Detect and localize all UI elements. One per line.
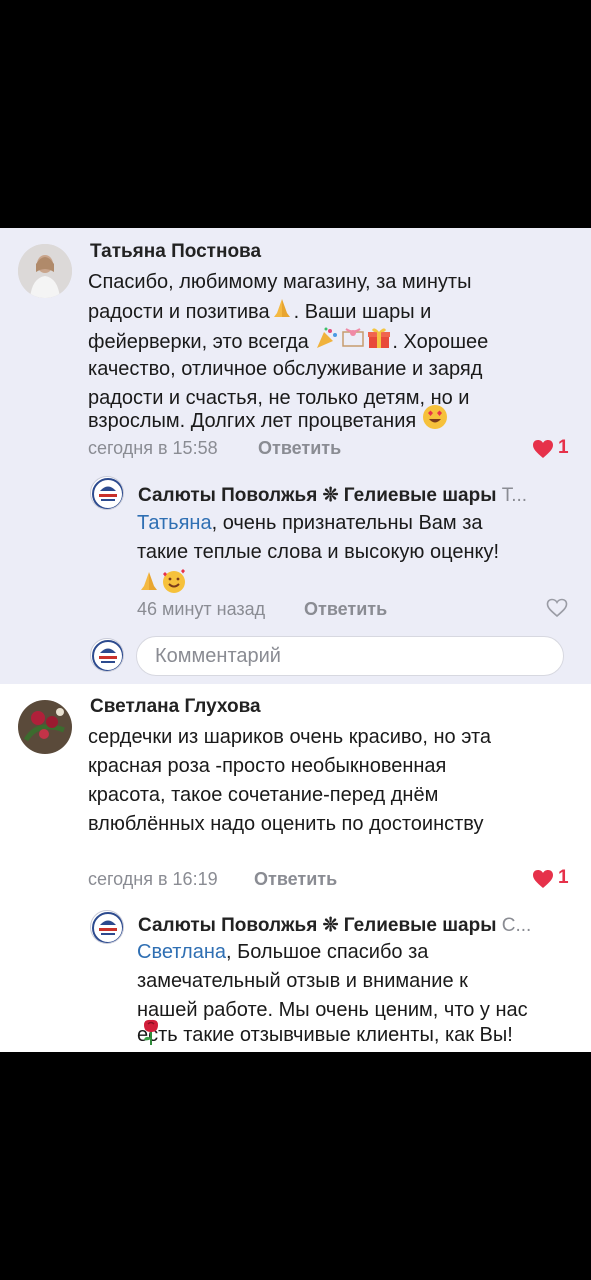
comment-text-line: взрослым. Долгих лет процветания (88, 404, 448, 439)
like-button[interactable]: 1 (532, 436, 572, 460)
comments-panel: Татьяна Постнова Спасибо, любимому магаз… (0, 228, 591, 1052)
text-segment: Спасибо, любимому магазину, за минуты (88, 271, 472, 293)
comment-input[interactable]: Комментарий (136, 636, 564, 676)
reply-button[interactable]: Ответить (304, 599, 387, 620)
praying-hands-emoji (270, 297, 294, 328)
text-segment: , очень признательны Вам за (211, 512, 483, 534)
heart-eyes-emoji (422, 404, 448, 439)
reply-author-suffix: С... (501, 915, 532, 936)
text-segment: . Хорошее (392, 330, 489, 353)
comment-text-line: Спасибо, любимому магазину, за минуты (88, 268, 471, 297)
reply-author-suffix: Т... (501, 485, 528, 506)
comment-text-line: качество, отличное обслуживание и заряд (88, 355, 482, 384)
comment-timestamp: сегодня в 15:58 (88, 438, 218, 458)
text-segment: , Большое спасибо за (225, 941, 429, 963)
reply-button[interactable]: Ответить (258, 438, 341, 459)
avatar[interactable] (90, 910, 124, 944)
comment-text-line: красная роза -просто необыкновенная (88, 755, 447, 777)
reply-timestamp: 46 минут назад (137, 599, 266, 619)
text-segment: качество, отличное обслуживание и заряд (88, 358, 483, 380)
mention-link[interactable]: Светлана (137, 941, 226, 963)
comment-thread-2: Светлана Глухова сердечки из шариков оче… (0, 684, 591, 1052)
reply-author[interactable]: Салюты Поволжья ❊ Гелиевые шары Т... (138, 484, 527, 507)
rose-emoji (140, 1018, 162, 1046)
text-segment: фейерверки, это всегда (88, 330, 309, 353)
avatar[interactable] (18, 244, 72, 298)
reply-text-line: есть такие отзывчивые клиенты, как Вы! (137, 1024, 513, 1046)
comment-text-line: сердечки из шариков очень красиво, но эт… (88, 726, 492, 748)
heart-outline-icon (546, 598, 568, 622)
comment-text-line: красота, такое сочетание-перед днём (88, 784, 439, 806)
text-segment: взрослым. Долгих лет процветания (88, 409, 417, 432)
text-segment: такие теплые слова и высокую оценку! (137, 541, 500, 563)
reply-text-line: Светлана, Большое спасибо за (137, 938, 428, 967)
heart-icon (532, 439, 554, 464)
like-count: 1 (558, 867, 569, 888)
reply-author[interactable]: Салюты Поволжья ❊ Гелиевые шары С... (138, 914, 531, 937)
reply-button[interactable]: Ответить (254, 869, 337, 890)
text-segment: радости и позитива (88, 300, 270, 323)
like-button[interactable]: 1 (532, 866, 572, 890)
text-segment: . Ваши шары и (293, 300, 432, 323)
comment-author[interactable]: Светлана Глухова (90, 696, 261, 718)
reply-text-line: замечательный отзыв и внимание к (137, 970, 468, 992)
avatar (90, 638, 124, 672)
avatar[interactable] (18, 700, 72, 754)
mention-link[interactable]: Татьяна (137, 512, 212, 534)
avatar[interactable] (90, 476, 124, 510)
comment-timestamp: сегодня в 16:19 (88, 869, 218, 889)
comment-text-line: влюблённых надо оценить по достоинству (88, 813, 484, 835)
comment-thread-1: Татьяна Постнова Спасибо, любимому магаз… (0, 228, 591, 684)
comment-input-placeholder: Комментарий (155, 645, 281, 667)
reply-author-name: Салюты Поволжья ❊ Гелиевые шары (138, 915, 497, 936)
heart-icon (532, 869, 554, 894)
like-button[interactable] (546, 598, 570, 620)
smiling-hearts-emoji (161, 568, 187, 599)
reply-text-line: такие теплые слова и высокую оценку! (137, 538, 499, 567)
praying-hands-emoji (137, 569, 161, 598)
reply-emoji-line (137, 568, 187, 594)
reply-author-name: Салюты Поволжья ❊ Гелиевые шары (138, 485, 497, 506)
reply-text-line: Татьяна, очень признательны Вам за (137, 509, 483, 538)
comment-text-line: радости и позитива . Ваши шары и (88, 297, 431, 328)
comment-author[interactable]: Татьяна Постнова (90, 241, 261, 263)
like-count: 1 (558, 437, 569, 458)
